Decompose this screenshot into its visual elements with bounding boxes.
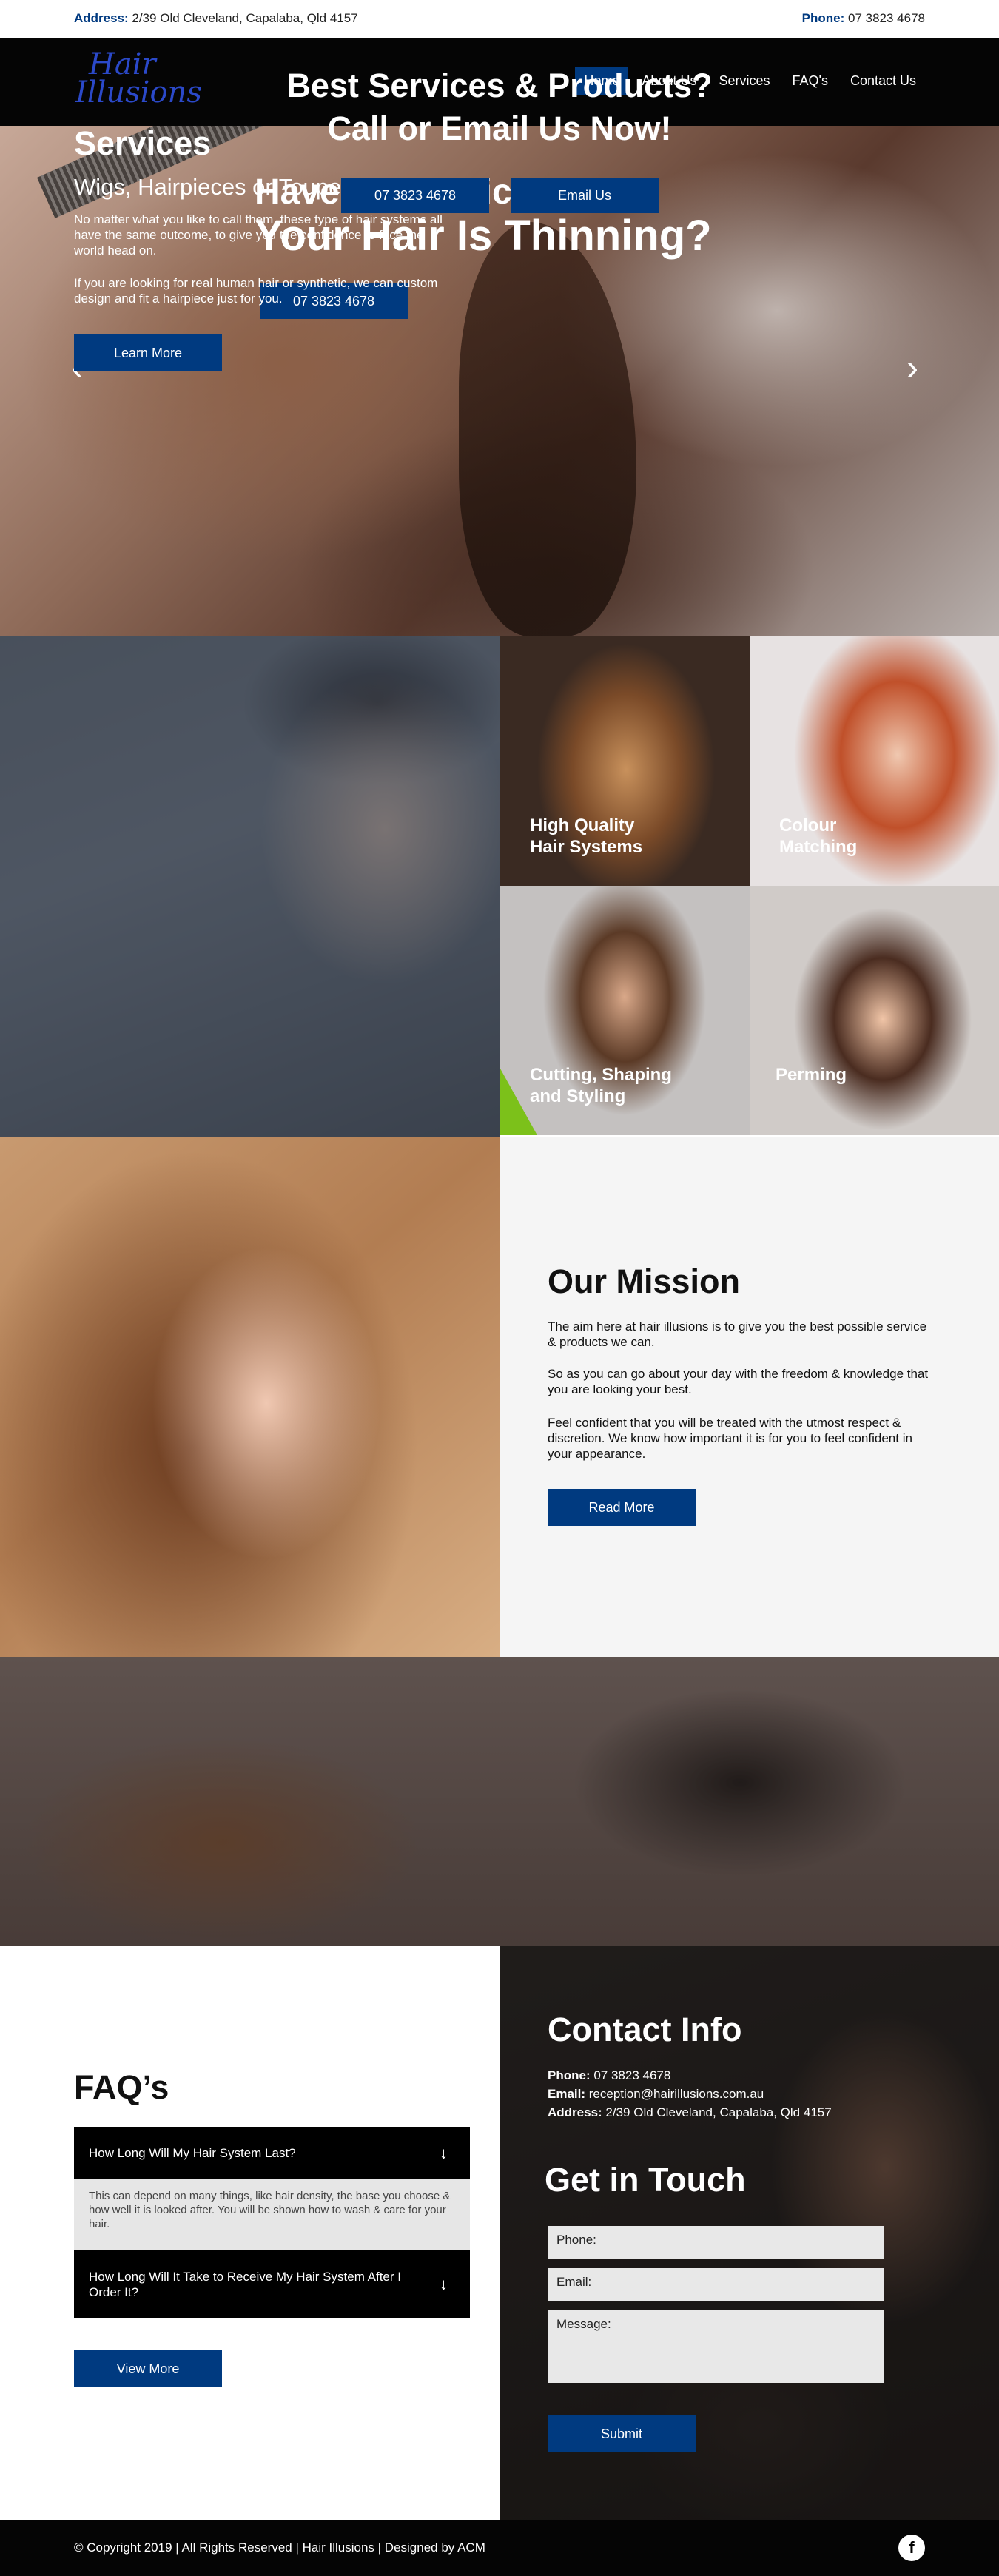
get-in-touch-title: Get in Touch (545, 2161, 746, 2199)
services-overlay (0, 636, 500, 1137)
contact-phone-label: Phone: (548, 2068, 591, 2082)
submit-button[interactable]: Submit (548, 2415, 696, 2452)
contact-phone[interactable]: Phone: 07 3823 4678 (548, 2068, 670, 2083)
phone-field[interactable]: Phone: (548, 2226, 884, 2259)
mission-paragraph-1: The aim here at hair illusions is to giv… (548, 1319, 927, 1349)
tile-label-line-1: Perming (776, 1065, 847, 1085)
tile-label-line-2: and Styling (530, 1086, 626, 1106)
address-value: 2/39 Old Cleveland, Capalaba, Qld 4157 (132, 11, 358, 25)
footer: © Copyright 2019 | All Rights Reserved |… (0, 2520, 999, 2576)
faq-title: FAQ’s (74, 2068, 169, 2106)
email-us-button[interactable]: Email Us (511, 178, 659, 213)
faq-question-text: How Long Will It Take to Receive My Hair… (89, 2269, 401, 2299)
contact-address-value: 2/39 Old Cleveland, Capalaba, Qld 4157 (605, 2105, 832, 2119)
tile-label: Cutting, Shaping and Styling (530, 1064, 672, 1107)
mission-paragraph-3: Feel confident that you will be treated … (548, 1416, 912, 1461)
facebook-icon[interactable]: f (898, 2535, 925, 2561)
topbar-phone[interactable]: Phone: 07 3823 4678 (802, 11, 925, 26)
tile-label: Perming (776, 1064, 847, 1086)
phone-label: Phone: (801, 11, 845, 25)
faq-question-2[interactable]: How Long Will It Take to Receive My Hair… (74, 2250, 470, 2318)
copyright-text: © Copyright 2019 | All Rights Reserved |… (74, 2540, 485, 2555)
service-tile-hair-systems[interactable]: High Quality Hair Systems (500, 636, 750, 886)
cta-overlay (0, 1657, 999, 1946)
hero-image-hair (459, 222, 636, 636)
tile-label-line-1: Cutting, Shaping (530, 1065, 672, 1085)
contact-email-label: Email: (548, 2087, 586, 2101)
services-paragraph-2: If you are looking for real human hair o… (74, 276, 438, 306)
tile-label: Colour Matching (779, 815, 857, 858)
mission-paragraph-2: So as you can go about your day with the… (548, 1367, 929, 1396)
services-paragraph-1: No matter what you like to call them, th… (74, 212, 443, 258)
address-label: Address: (74, 11, 129, 25)
chevron-right-icon[interactable]: › (906, 348, 918, 389)
contact-email-value[interactable]: reception@hairillusions.com.au (589, 2087, 764, 2101)
arrow-down-icon[interactable]: ↓ (440, 2276, 448, 2293)
tile-label-line-1: Colour (779, 815, 837, 835)
contact-address: Address: 2/39 Old Cleveland, Capalaba, Q… (548, 2105, 832, 2120)
phone-value[interactable]: 07 3823 4678 (848, 11, 925, 25)
contact-phone-value[interactable]: 07 3823 4678 (593, 2068, 670, 2082)
services-section (0, 636, 500, 1137)
faq-question-text: How Long Will My Hair System Last? (89, 2145, 296, 2160)
faq-question-1[interactable]: How Long Will My Hair System Last? ↓ (74, 2127, 470, 2179)
mission-image (0, 1137, 500, 1657)
contact-info-title: Contact Info (548, 2011, 742, 2048)
tile-label-line-2: Hair Systems (530, 837, 643, 857)
services-subtitle: Wigs, Hairpieces or Toupees (74, 174, 366, 200)
arrow-down-icon[interactable]: ↓ (440, 2145, 448, 2161)
read-more-button[interactable]: Read More (548, 1489, 696, 1526)
service-tile-perming[interactable]: Perming (750, 886, 999, 1135)
tile-label-line-1: High Quality (530, 815, 635, 835)
view-more-button[interactable]: View More (74, 2350, 222, 2387)
topbar-address: Address: 2/39 Old Cleveland, Capalaba, Q… (74, 11, 358, 26)
faq-answer-1: This can depend on many things, like hai… (74, 2179, 470, 2250)
cta-title-line-1: Best Services & Products? (286, 67, 713, 104)
tile-label: High Quality Hair Systems (530, 815, 642, 858)
cta-title-line-2: Call or Email Us Now! (327, 110, 672, 147)
message-field[interactable]: Message: (548, 2310, 884, 2383)
cta-phone-button[interactable]: 07 3823 4678 (341, 178, 489, 213)
contact-email[interactable]: Email: reception@hairillusions.com.au (548, 2087, 764, 2102)
mission-title: Our Mission (548, 1262, 741, 1300)
tile-label-line-2: Matching (779, 837, 858, 857)
cta-banner (0, 1657, 999, 1946)
learn-more-button[interactable]: Learn More (74, 334, 222, 371)
contact-address-label: Address: (548, 2105, 602, 2119)
service-tile-colour-matching[interactable]: Colour Matching (750, 636, 999, 886)
top-info-bar: Address: 2/39 Old Cleveland, Capalaba, Q… (0, 0, 999, 38)
email-field[interactable]: Email: (548, 2268, 884, 2301)
service-tile-cutting[interactable]: Cutting, Shaping and Styling (500, 886, 750, 1135)
